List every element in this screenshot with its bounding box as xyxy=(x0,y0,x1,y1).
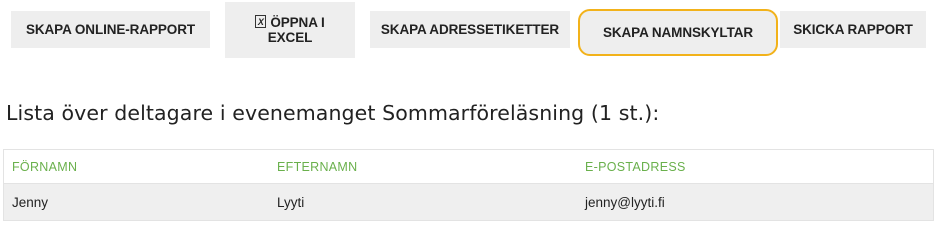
create-address-labels-button[interactable]: SKAPA ADRESSETIKETTER xyxy=(370,11,570,48)
open-in-excel-line1: x ÖPPNA I xyxy=(255,15,325,30)
participant-list-heading: Lista över deltagare i evenemanget Somma… xyxy=(6,101,660,125)
report-toolbar: SKAPA ONLINE-RAPPORT x ÖPPNA I EXCEL SKA… xyxy=(0,0,936,60)
table-row[interactable]: Jenny Lyyti jenny@lyyti.fi xyxy=(4,184,933,220)
create-online-report-button[interactable]: SKAPA ONLINE-RAPPORT xyxy=(11,11,210,48)
create-address-labels-label: SKAPA ADRESSETIKETTER xyxy=(380,22,560,37)
send-report-button[interactable]: SKICKA RAPPORT xyxy=(780,11,926,48)
column-header-first-name[interactable]: FÖRNAMN xyxy=(12,150,77,183)
open-in-excel-label-line1: ÖPPNA I xyxy=(270,15,325,30)
open-in-excel-button[interactable]: x ÖPPNA I EXCEL xyxy=(225,2,355,58)
create-name-tags-button[interactable]: SKAPA NAMNSKYLTAR xyxy=(578,9,778,56)
email-cell: jenny@lyyti.fi xyxy=(585,194,665,210)
send-report-label: SKICKA RAPPORT xyxy=(793,22,913,37)
excel-file-icon: x xyxy=(255,15,267,28)
column-header-email[interactable]: E-POSTADRESS xyxy=(585,150,686,183)
participants-table: FÖRNAMN EFTERNAMN E-POSTADRESS Jenny Lyy… xyxy=(3,149,934,221)
open-in-excel-label-line2: EXCEL xyxy=(267,30,313,45)
first-name-cell: Jenny xyxy=(12,194,49,210)
column-header-last-name[interactable]: EFTERNAMN xyxy=(277,150,357,183)
create-online-report-label: SKAPA ONLINE-RAPPORT xyxy=(25,22,195,37)
create-name-tags-label: SKAPA NAMNSKYLTAR xyxy=(602,25,754,40)
last-name-cell: Lyyti xyxy=(277,194,305,210)
table-header-row: FÖRNAMN EFTERNAMN E-POSTADRESS xyxy=(4,150,933,184)
